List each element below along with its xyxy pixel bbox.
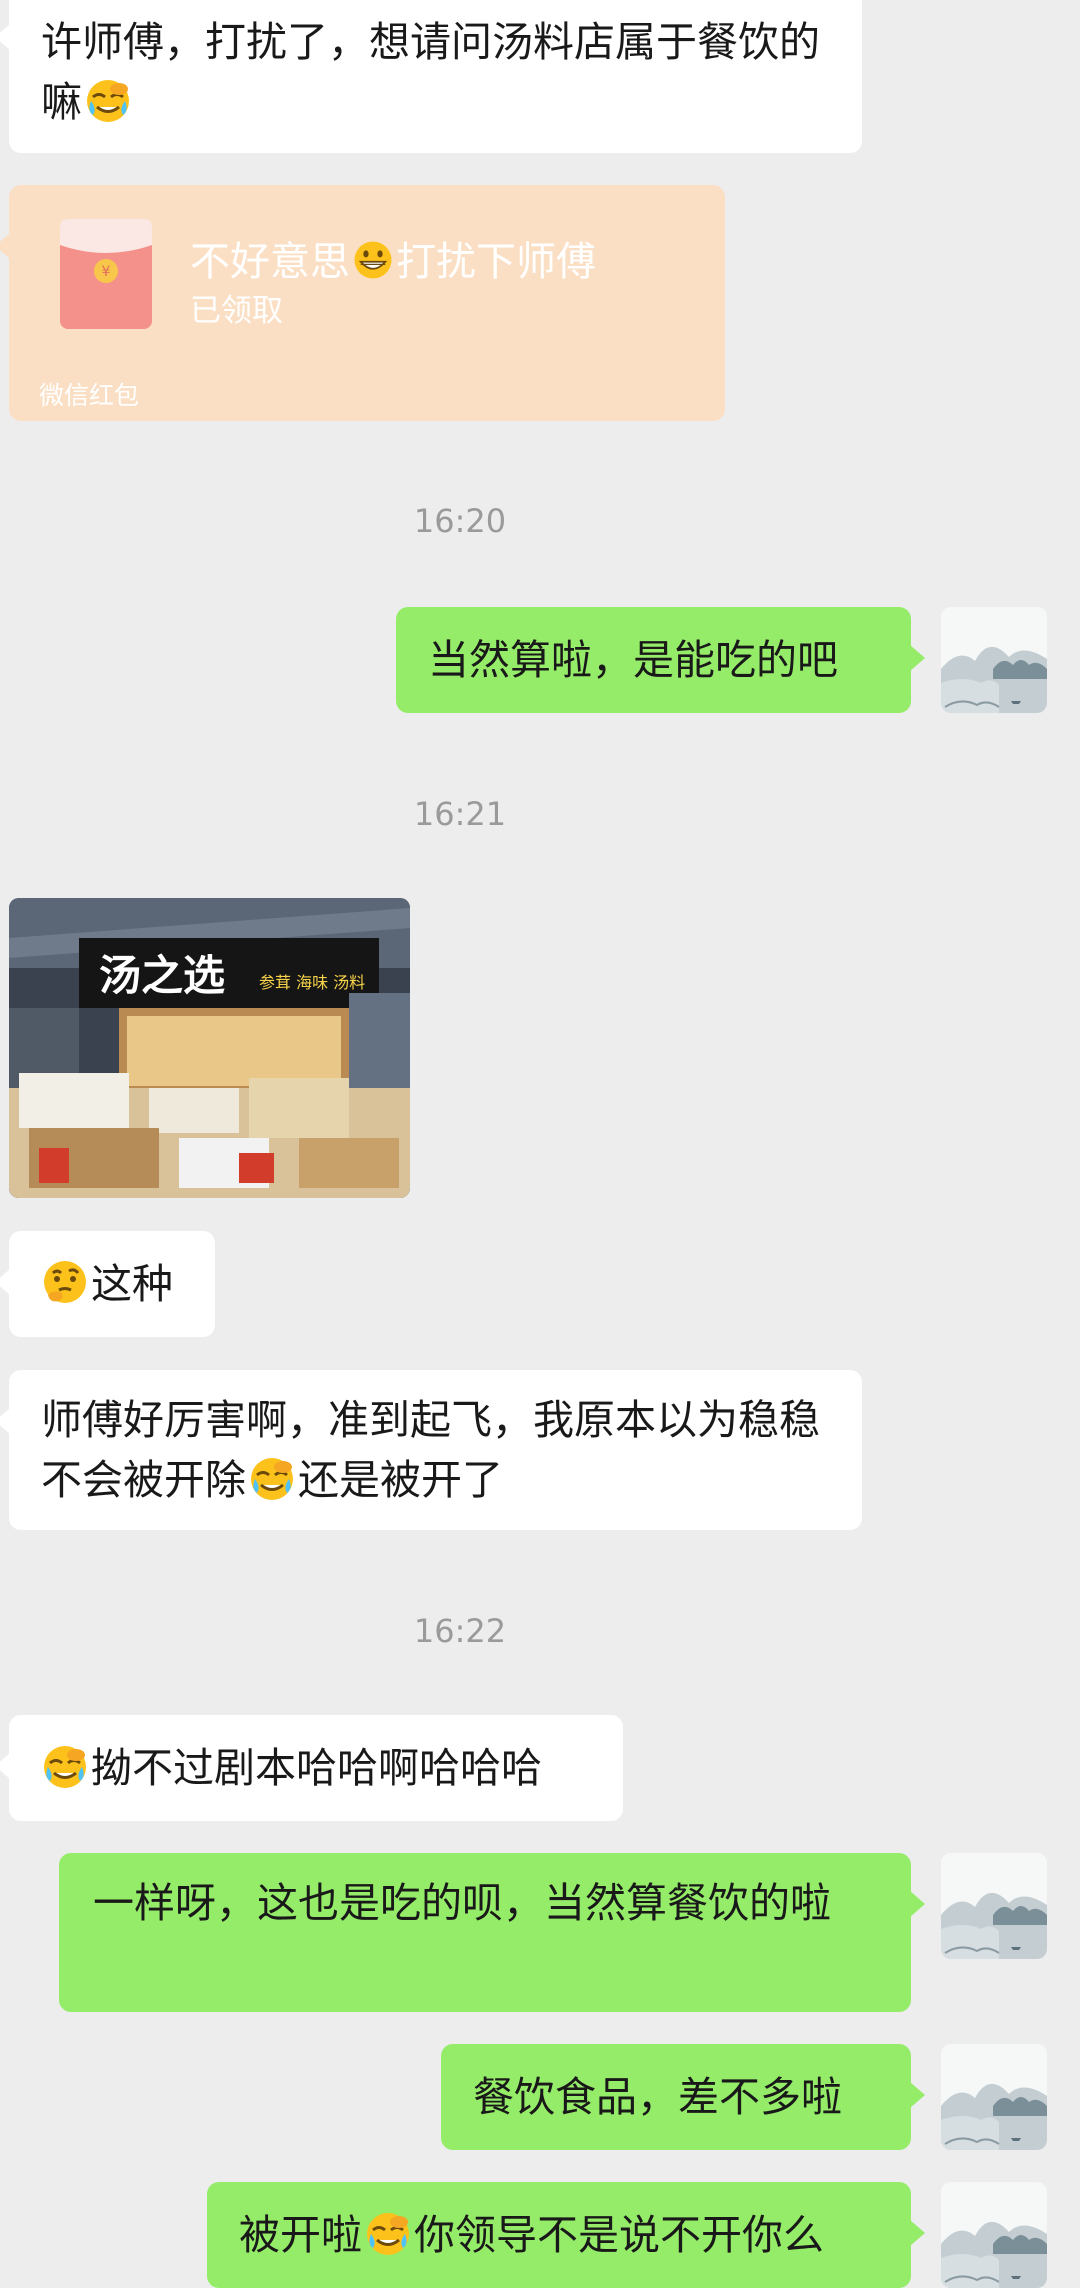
message-bubble-outgoing[interactable]: 餐饮食品，差不多啦 bbox=[441, 2044, 925, 2150]
message-bubble-outgoing[interactable]: 当然算啦，是能吃的吧 bbox=[396, 607, 925, 713]
message-text: 被开啦 bbox=[239, 2211, 362, 2259]
red-packet-status: 已领取 bbox=[190, 293, 283, 329]
shop-sign-subtext: 参茸 海味 汤料 bbox=[259, 973, 365, 992]
landscape-avatar-icon bbox=[941, 607, 1047, 713]
self-avatar[interactable] bbox=[941, 2182, 1047, 2288]
self-avatar[interactable] bbox=[941, 1853, 1047, 1959]
image-message[interactable]: 汤之选 参茸 海味 汤料 bbox=[9, 898, 410, 1198]
message-text: 餐饮食品，差不多啦 bbox=[473, 2073, 842, 2121]
red-envelope-icon: ¥ bbox=[60, 219, 152, 329]
timestamp: 16:21 bbox=[413, 795, 507, 833]
facepalm-emoji-icon bbox=[247, 1453, 297, 1503]
grin-emoji-icon bbox=[351, 238, 395, 282]
message-bubble-incoming[interactable]: 许师傅，打扰了，想请问汤料店属于餐饮的嘛 bbox=[0, 0, 862, 153]
red-packet-label: 微信红包 bbox=[39, 381, 140, 410]
message-bubble-outgoing[interactable]: 被开啦 你领导不是说不开你么 bbox=[207, 2182, 925, 2288]
red-packet-title: 不好意思 打扰下师傅 bbox=[190, 238, 596, 285]
shop-sign-text: 汤之选 bbox=[99, 951, 225, 1000]
svg-text:¥: ¥ bbox=[102, 264, 111, 280]
landscape-avatar-icon bbox=[941, 2182, 1047, 2288]
message-text: 当然算啦，是能吃的吧 bbox=[428, 636, 838, 684]
red-packet-card[interactable]: ¥ 不好意思 打扰下师傅 已领取 微信红包 bbox=[0, 185, 725, 421]
message-text: 拗不过剧本哈哈啊哈哈哈 bbox=[91, 1744, 542, 1792]
self-avatar[interactable] bbox=[941, 607, 1047, 713]
facepalm-emoji-icon bbox=[83, 75, 133, 125]
shop-photo: 汤之选 参茸 海味 汤料 bbox=[9, 898, 410, 1198]
message-bubble-incoming[interactable]: 拗不过剧本哈哈啊哈哈哈 bbox=[0, 1715, 623, 1821]
landscape-avatar-icon bbox=[941, 2044, 1047, 2150]
facepalm-emoji-icon bbox=[363, 2208, 413, 2258]
message-text: 这种 bbox=[91, 1260, 173, 1308]
message-text: 还是被开了 bbox=[298, 1456, 503, 1504]
message-text: 一样呀，这也是吃的呗，当然算餐饮的啦 bbox=[93, 1879, 831, 1927]
message-text: 你领导不是说不开你么 bbox=[414, 2211, 824, 2259]
timestamp: 16:22 bbox=[413, 1612, 507, 1650]
message-bubble-incoming[interactable]: 师傅好厉害啊，准到起飞，我原本以为稳稳不会被开除 还是被开了 bbox=[0, 1370, 862, 1530]
landscape-avatar-icon bbox=[941, 1853, 1047, 1959]
facepalm-emoji-icon bbox=[40, 1741, 90, 1791]
message-text: 许师傅，打扰了，想请问汤料店属于餐饮的嘛 bbox=[41, 18, 820, 126]
self-avatar[interactable] bbox=[941, 2044, 1047, 2150]
timestamp: 16:20 bbox=[413, 502, 507, 540]
thinking-emoji-icon bbox=[40, 1257, 90, 1307]
message-bubble-outgoing[interactable]: 一样呀，这也是吃的呗，当然算餐饮的啦 bbox=[59, 1853, 925, 2012]
message-bubble-incoming[interactable]: 这种 bbox=[0, 1231, 215, 1337]
